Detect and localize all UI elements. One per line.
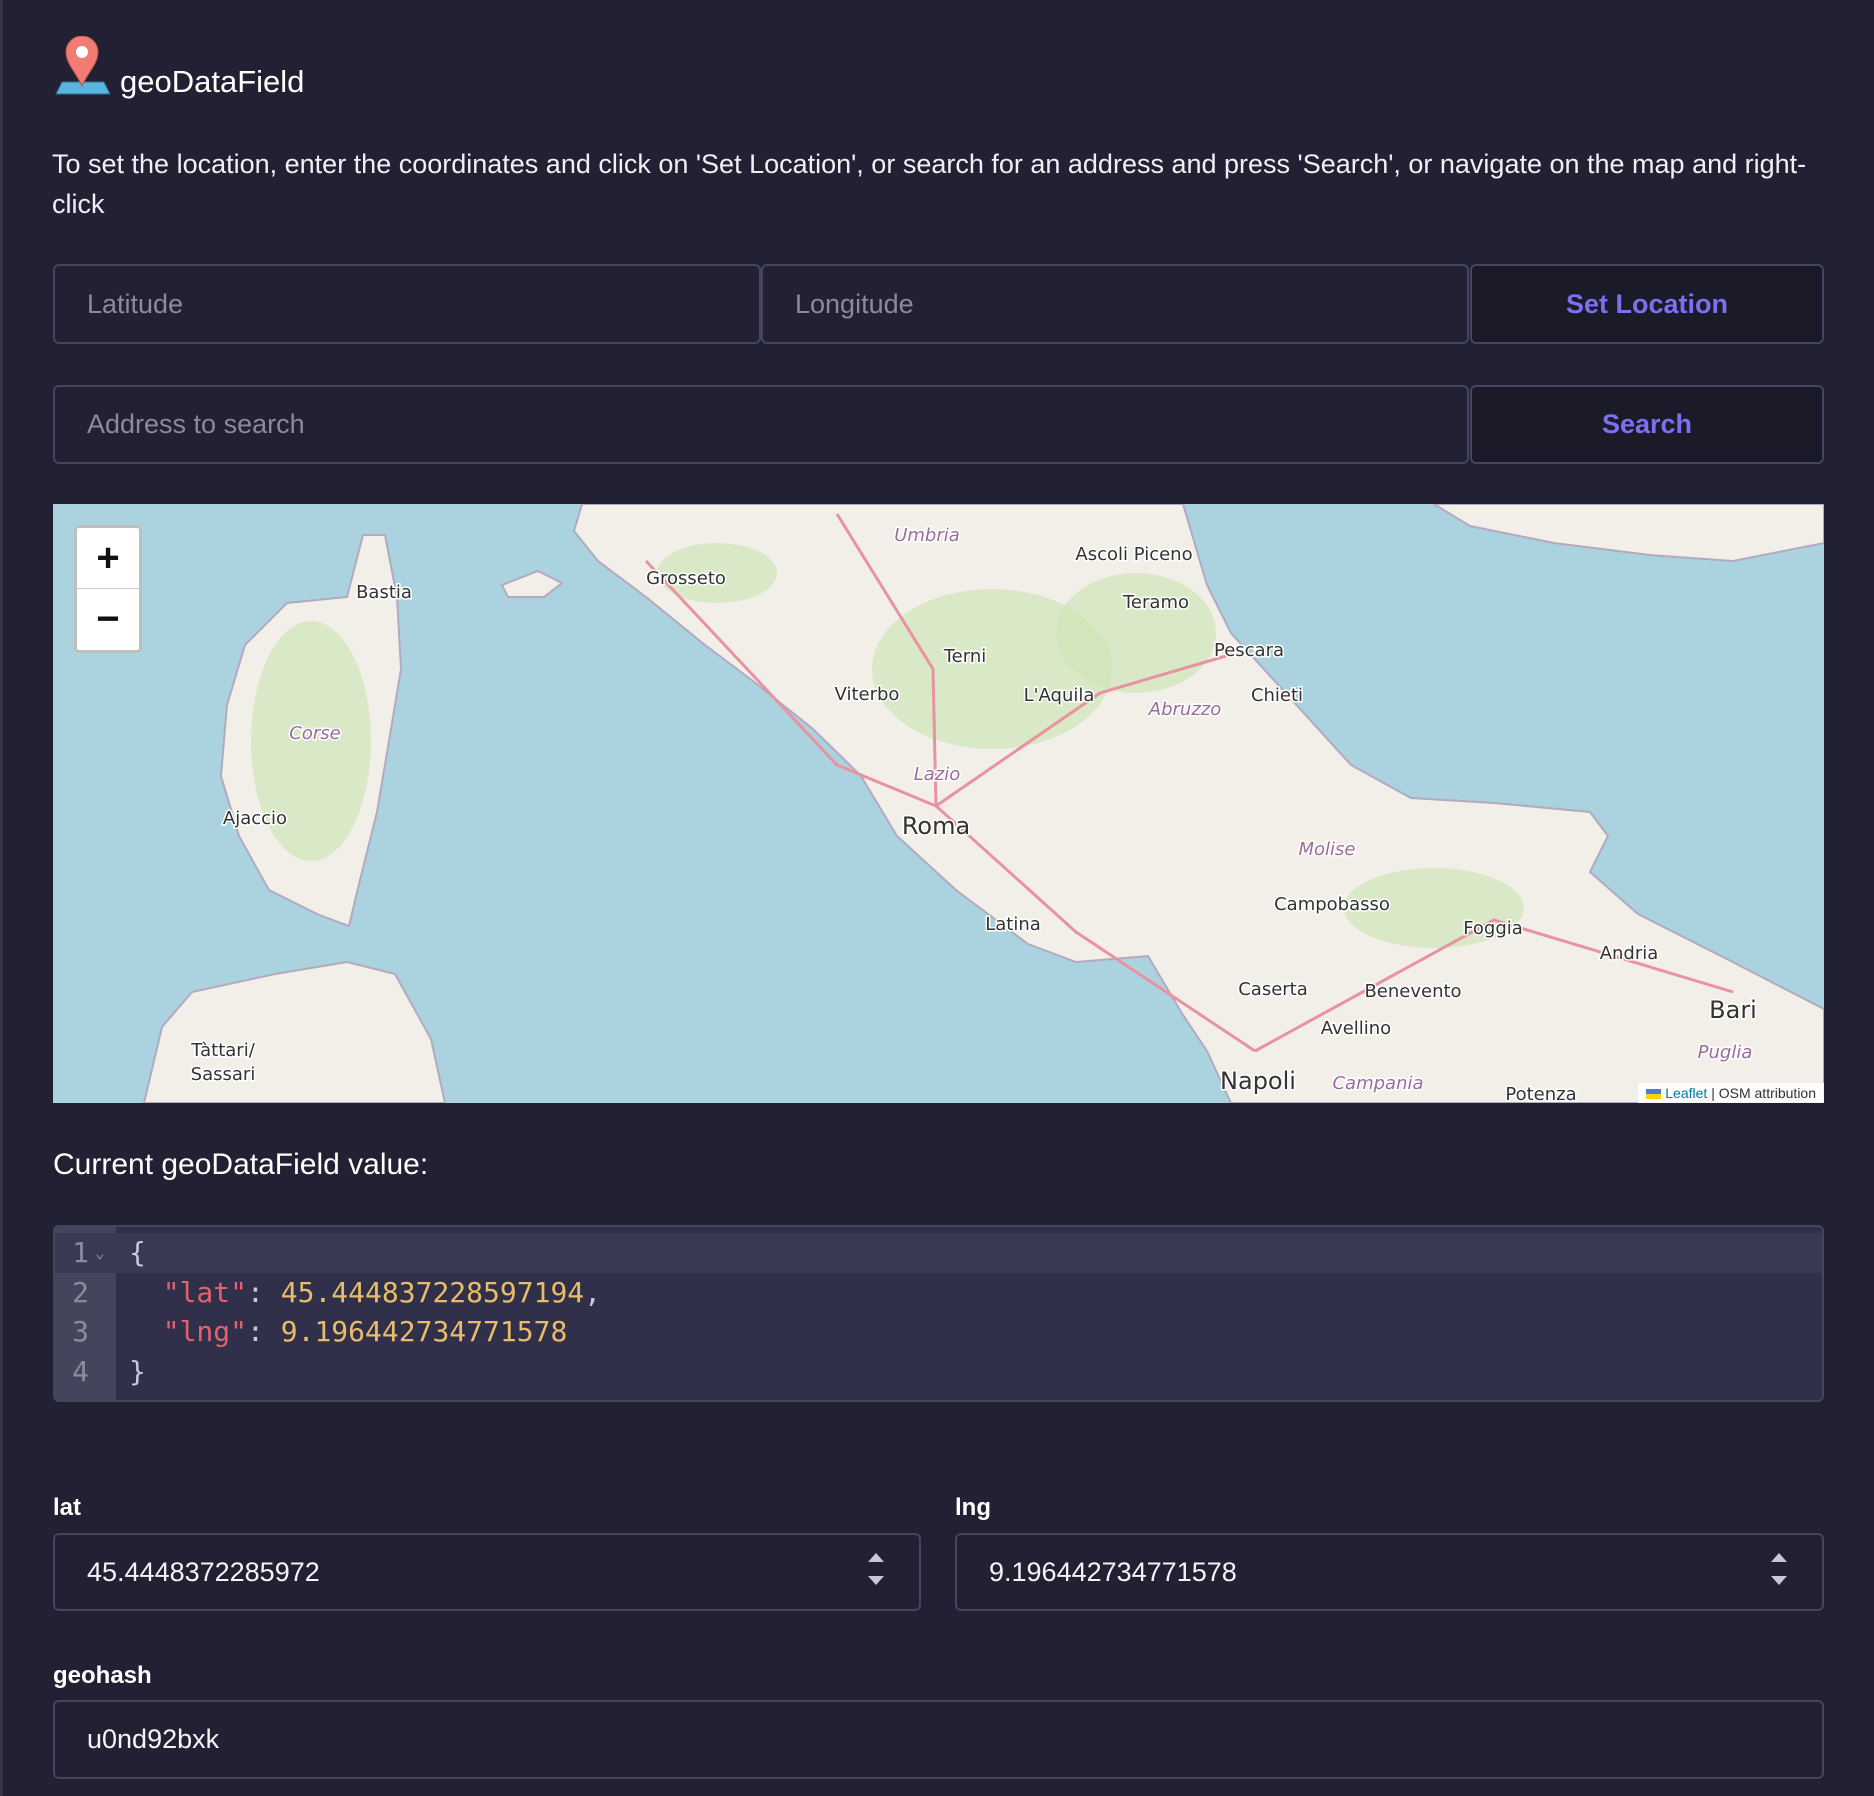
instructions-text: To set the location, enter the coordinat… bbox=[52, 149, 1807, 219]
lat-label: lat bbox=[53, 1494, 82, 1521]
map-label: Latina bbox=[985, 914, 1041, 935]
json-key: "lng" bbox=[162, 1315, 248, 1348]
zoom-out-button[interactable]: − bbox=[77, 589, 139, 649]
stepper-down-icon[interactable] bbox=[1771, 1576, 1787, 1585]
map-label: Bastia bbox=[356, 582, 412, 603]
map-label: Puglia bbox=[1698, 1042, 1753, 1063]
croatia-landmass bbox=[1432, 504, 1824, 563]
stepper-up-icon[interactable] bbox=[1771, 1553, 1787, 1562]
map-label: Caserta bbox=[1238, 979, 1308, 1000]
json-value: 45.444837228597194 bbox=[280, 1276, 585, 1309]
code-text: "lng": 9.196442734771578 bbox=[129, 1312, 568, 1352]
map-label: Sassari bbox=[191, 1064, 256, 1085]
map-label: Napoli bbox=[1220, 1067, 1296, 1095]
lng-value[interactable]: 9.196442734771578 bbox=[989, 1557, 1237, 1588]
line-number: 3 bbox=[72, 1315, 89, 1348]
longitude-input[interactable] bbox=[795, 288, 1467, 320]
map-label: L'Aquila bbox=[1024, 685, 1095, 706]
lng-stepper[interactable] bbox=[1770, 1553, 1788, 1593]
attribution-separator: | bbox=[1711, 1085, 1715, 1101]
sardinia-landmass bbox=[142, 960, 447, 1103]
lat-stepper[interactable] bbox=[867, 1553, 885, 1593]
map-label: Campobasso bbox=[1274, 894, 1390, 915]
map-label: Avellino bbox=[1321, 1018, 1391, 1039]
json-key: "lat" bbox=[162, 1276, 248, 1309]
search-button[interactable]: Search bbox=[1470, 385, 1824, 464]
elba-island bbox=[500, 569, 564, 598]
map-label: Teramo bbox=[1122, 592, 1189, 613]
code-line: 2 "lat": 45.444837228597194, bbox=[55, 1273, 1822, 1313]
geohash-label: geohash bbox=[53, 1662, 152, 1689]
code-text: } bbox=[129, 1355, 146, 1388]
ukraine-flag-icon bbox=[1646, 1089, 1662, 1100]
lng-field[interactable]: 9.196442734771578 bbox=[955, 1533, 1824, 1611]
map-tiles[interactable]: Umbria Ascoli Piceno Grosseto Bastia Teramo T… bbox=[53, 504, 1824, 1103]
address-field[interactable] bbox=[53, 385, 1469, 464]
code-line: 3 "lng": 9.196442734771578 bbox=[55, 1312, 1822, 1352]
lng-label: lng bbox=[955, 1494, 991, 1521]
geohash-value[interactable]: u0nd92bxk bbox=[87, 1724, 219, 1755]
json-sep: : bbox=[247, 1315, 281, 1348]
map[interactable]: Umbria Ascoli Piceno Grosseto Bastia Teramo T… bbox=[53, 504, 1824, 1103]
geohash-field[interactable]: u0nd92bxk bbox=[53, 1700, 1824, 1779]
code-text: "lat": 45.444837228597194, bbox=[129, 1273, 601, 1313]
zoom-control: + − bbox=[74, 525, 142, 653]
code-text: { bbox=[129, 1236, 146, 1269]
map-label: Abruzzo bbox=[1148, 699, 1221, 720]
map-label: Roma bbox=[902, 812, 970, 840]
latitude-field[interactable] bbox=[53, 264, 761, 344]
longitude-field[interactable] bbox=[761, 264, 1469, 344]
map-attribution: Leaflet | OSM attribution bbox=[1638, 1083, 1824, 1103]
leaflet-link[interactable]: Leaflet bbox=[1665, 1085, 1707, 1101]
code-line: 4 } bbox=[55, 1352, 1822, 1392]
json-value: 9.196442734771578 bbox=[280, 1315, 568, 1348]
map-label: Potenza bbox=[1505, 1084, 1576, 1103]
json-editor[interactable]: 1 ⌄ { 2 "lat": 45.444837228597194, 3 "ln… bbox=[53, 1225, 1824, 1402]
current-value-heading: Current geoDataField value: bbox=[53, 1148, 429, 1181]
address-input[interactable] bbox=[87, 409, 1467, 440]
map-label: Corse bbox=[289, 723, 340, 744]
map-label: Chieti bbox=[1251, 685, 1303, 706]
map-label: Terni bbox=[943, 646, 987, 667]
lat-value[interactable]: 45.4448372285972 bbox=[87, 1557, 320, 1588]
json-sep: : bbox=[247, 1276, 281, 1309]
set-location-button[interactable]: Set Location bbox=[1470, 264, 1824, 344]
left-border bbox=[0, 0, 3, 1796]
stepper-down-icon[interactable] bbox=[868, 1576, 884, 1585]
map-label: Bari bbox=[1709, 996, 1757, 1024]
lat-field[interactable]: 45.4448372285972 bbox=[53, 1533, 921, 1611]
map-label: Ajaccio bbox=[223, 808, 287, 829]
map-label: Viterbo bbox=[835, 684, 900, 705]
osm-attribution: OSM attribution bbox=[1718, 1085, 1816, 1101]
map-pin-icon bbox=[55, 36, 111, 95]
page-title: geoDataField bbox=[120, 64, 305, 99]
code-line: 1 ⌄ { bbox=[55, 1233, 1822, 1273]
map-label: Foggia bbox=[1463, 918, 1523, 939]
map-label: Umbria bbox=[894, 525, 960, 546]
map-label: Ascoli Piceno bbox=[1075, 544, 1192, 565]
stepper-up-icon[interactable] bbox=[868, 1553, 884, 1562]
map-label: Benevento bbox=[1364, 981, 1461, 1002]
json-comma: , bbox=[584, 1276, 602, 1309]
map-label: Pescara bbox=[1214, 640, 1284, 661]
forest-area bbox=[1056, 573, 1216, 693]
map-label: Grosseto bbox=[646, 568, 726, 589]
line-number: 2 bbox=[72, 1276, 89, 1309]
zoom-in-button[interactable]: + bbox=[77, 528, 139, 589]
line-number: 1 bbox=[72, 1236, 89, 1269]
map-label: Molise bbox=[1299, 839, 1356, 860]
map-label: Andria bbox=[1600, 943, 1659, 964]
map-label: Lazio bbox=[914, 764, 961, 785]
latitude-input[interactable] bbox=[87, 288, 759, 320]
line-number: 4 bbox=[72, 1355, 89, 1388]
map-label: Campania bbox=[1332, 1073, 1423, 1094]
map-label: Tàttari/ bbox=[190, 1040, 255, 1061]
fold-chevron-icon[interactable]: ⌄ bbox=[95, 1233, 105, 1273]
